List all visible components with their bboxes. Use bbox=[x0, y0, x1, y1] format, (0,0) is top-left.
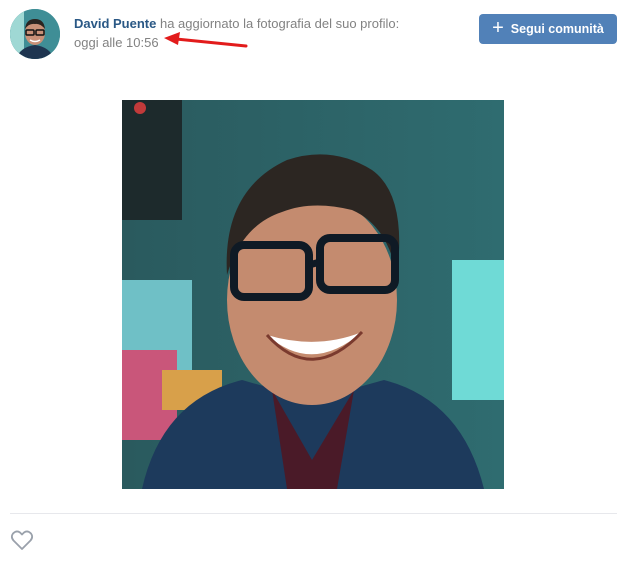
follow-community-button[interactable]: + Segui comunità bbox=[479, 14, 617, 44]
divider bbox=[10, 513, 617, 514]
red-arrow-annotation bbox=[164, 32, 248, 48]
heart-icon bbox=[10, 530, 34, 550]
post-action-text: ha aggiornato la fotografia del suo prof… bbox=[156, 16, 400, 31]
author-name-link[interactable]: David Puente bbox=[74, 16, 156, 31]
author-avatar[interactable] bbox=[10, 9, 60, 59]
follow-button-label: Segui comunità bbox=[510, 22, 604, 36]
profile-photo[interactable] bbox=[122, 100, 504, 489]
like-button[interactable] bbox=[10, 529, 34, 556]
plus-icon: + bbox=[492, 17, 504, 39]
post-timestamp[interactable]: oggi alle 10:56 bbox=[74, 34, 159, 52]
